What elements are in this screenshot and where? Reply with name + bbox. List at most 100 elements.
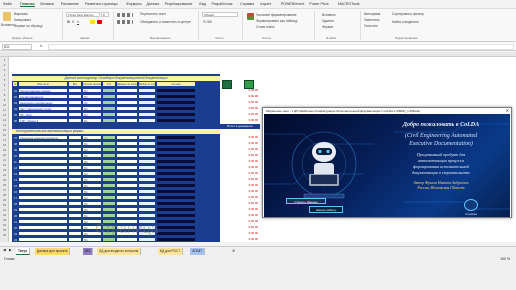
paste-icon[interactable] xyxy=(3,12,11,21)
menu-tab[interactable]: Рецензирование xyxy=(165,2,193,6)
sheet-tab[interactable]: БД для входного контроля xyxy=(97,248,142,255)
table-cell[interactable] xyxy=(156,183,196,188)
menu-tab[interactable]: Рисование xyxy=(61,2,79,6)
add-sheet-icon[interactable]: ⊕ xyxy=(232,248,235,253)
table-cell[interactable]: On xyxy=(82,153,102,158)
sheet-tab[interactable]: Данные для проекта xyxy=(35,248,71,255)
table-cell[interactable]: On xyxy=(82,165,102,170)
paste-button[interactable]: Вставить xyxy=(1,23,15,27)
table-cell[interactable] xyxy=(156,153,196,158)
table-cell[interactable] xyxy=(156,195,196,200)
table-cell[interactable]: On xyxy=(82,213,102,218)
menu-tab[interactable]: Формулы xyxy=(126,2,142,6)
zoom-level[interactable]: 100 % xyxy=(500,257,510,261)
table-cell[interactable]: On xyxy=(82,237,102,242)
percent-button[interactable]: % 000 xyxy=(203,20,212,24)
table-cell[interactable]: On xyxy=(82,100,102,105)
scroll-left-icon[interactable]: ◀ xyxy=(3,248,6,252)
format-as-table-button[interactable]: Форматировать как таблицу xyxy=(256,19,297,23)
cut-button[interactable]: Вырезать xyxy=(14,12,28,16)
font-size-select[interactable]: 8 xyxy=(101,12,109,17)
table-cell[interactable]: On xyxy=(82,88,102,93)
table-cell[interactable]: On xyxy=(82,147,102,152)
sheet-tab[interactable]: АПШП xyxy=(190,248,205,255)
menu-tab[interactable]: Inquire xyxy=(260,2,271,6)
table-cell[interactable] xyxy=(156,171,196,176)
menu-tab[interactable]: Главная xyxy=(20,2,35,7)
cell-styles-button[interactable]: Стили ячеек xyxy=(256,25,274,29)
format-cells-button[interactable]: Формат xyxy=(322,25,333,29)
font-name-select[interactable]: Times New Roman xyxy=(66,12,100,17)
table-cell[interactable]: On xyxy=(82,118,102,123)
sheet-tab[interactable]: ВКЗ xyxy=(82,248,94,255)
menu-tab[interactable]: Разработчик xyxy=(212,2,233,6)
italic-button[interactable]: К xyxy=(72,20,74,24)
table-cell[interactable]: On xyxy=(82,112,102,117)
bold-button[interactable]: Ж xyxy=(67,20,70,24)
scroll-right-icon[interactable]: ▶ xyxy=(9,248,12,252)
table-cell[interactable] xyxy=(156,189,196,194)
menu-tab[interactable]: MACROTools xyxy=(338,2,360,6)
name-box[interactable]: B31 xyxy=(2,44,32,50)
merge-center-button[interactable]: Объединить и поместить в центре xyxy=(140,20,191,24)
table-cell[interactable]: On xyxy=(82,106,102,111)
table-cell[interactable] xyxy=(156,147,196,152)
table-cell[interactable] xyxy=(156,177,196,182)
table-cell[interactable] xyxy=(156,94,196,99)
align-horizontal-icon[interactable] xyxy=(117,20,133,24)
menu-tab[interactable]: Power Pivot xyxy=(309,2,328,6)
menu-tab[interactable]: POWERrevent xyxy=(281,2,305,6)
table-cell[interactable]: On xyxy=(82,171,102,176)
row-number[interactable]: 36 xyxy=(0,233,9,238)
underline-button[interactable]: Ч xyxy=(77,20,79,24)
help-icon[interactable] xyxy=(464,199,478,211)
table-cell[interactable]: On xyxy=(82,141,102,146)
table-cell[interactable]: On xyxy=(82,159,102,164)
table-cell[interactable]: On xyxy=(82,207,102,212)
table-cell[interactable]: On xyxy=(82,189,102,194)
menu-tab[interactable]: Справка xyxy=(240,2,254,6)
table-cell[interactable] xyxy=(156,237,196,242)
number-format-select[interactable]: Общий xyxy=(202,12,238,17)
tab-file[interactable]: Файл xyxy=(3,2,12,6)
table-cell[interactable]: On xyxy=(82,135,102,140)
clear-button[interactable]: Очистить xyxy=(364,24,378,28)
autosum-button[interactable]: Автосумма xyxy=(364,12,380,16)
table-cell[interactable]: On xyxy=(82,201,102,206)
table-cell[interactable] xyxy=(156,106,196,111)
table-cell[interactable]: On xyxy=(82,183,102,188)
formula-input[interactable] xyxy=(48,44,514,50)
table-cell[interactable] xyxy=(156,207,196,212)
menu-tab[interactable]: Вставка xyxy=(40,2,53,6)
table-cell[interactable] xyxy=(156,231,196,236)
refresh-button[interactable] xyxy=(244,80,254,89)
table-cell[interactable] xyxy=(156,201,196,206)
fill-button[interactable]: Заполнить xyxy=(364,18,380,22)
open-data-button[interactable]: Открыть Данные xyxy=(286,198,326,204)
find-select-button[interactable]: Найти и выделить xyxy=(392,20,419,24)
fill-color-icon[interactable] xyxy=(90,20,95,24)
menu-tab[interactable]: Данные xyxy=(146,2,159,6)
menu-tab[interactable]: Разметка страницы xyxy=(85,2,118,6)
table-cell[interactable] xyxy=(156,88,196,93)
excel-export-button[interactable] xyxy=(222,80,232,89)
align-icon[interactable] xyxy=(117,13,133,17)
table-cell[interactable]: On xyxy=(82,195,102,200)
format-painter-button[interactable]: Формат по образцу xyxy=(14,24,43,28)
table-cell[interactable] xyxy=(156,219,196,224)
fx-icon[interactable]: fx xyxy=(40,44,42,48)
table-cell[interactable] xyxy=(156,112,196,117)
table-cell[interactable] xyxy=(156,141,196,146)
table-cell[interactable] xyxy=(156,165,196,170)
delete-cells-button[interactable]: Удалить xyxy=(322,19,334,23)
table-cell[interactable] xyxy=(156,100,196,105)
font-color-icon[interactable] xyxy=(97,20,102,24)
insert-cells-button[interactable]: Вставить xyxy=(322,13,336,17)
table-cell[interactable] xyxy=(156,159,196,164)
sort-filter-button[interactable]: Сортировка и фильтр xyxy=(392,12,424,16)
table-cell[interactable]: On xyxy=(82,177,102,182)
wrap-text-button[interactable]: Переносить текст xyxy=(140,12,166,16)
table-cell[interactable] xyxy=(156,118,196,123)
table-cell[interactable] xyxy=(156,135,196,140)
table-cell[interactable] xyxy=(156,225,196,230)
